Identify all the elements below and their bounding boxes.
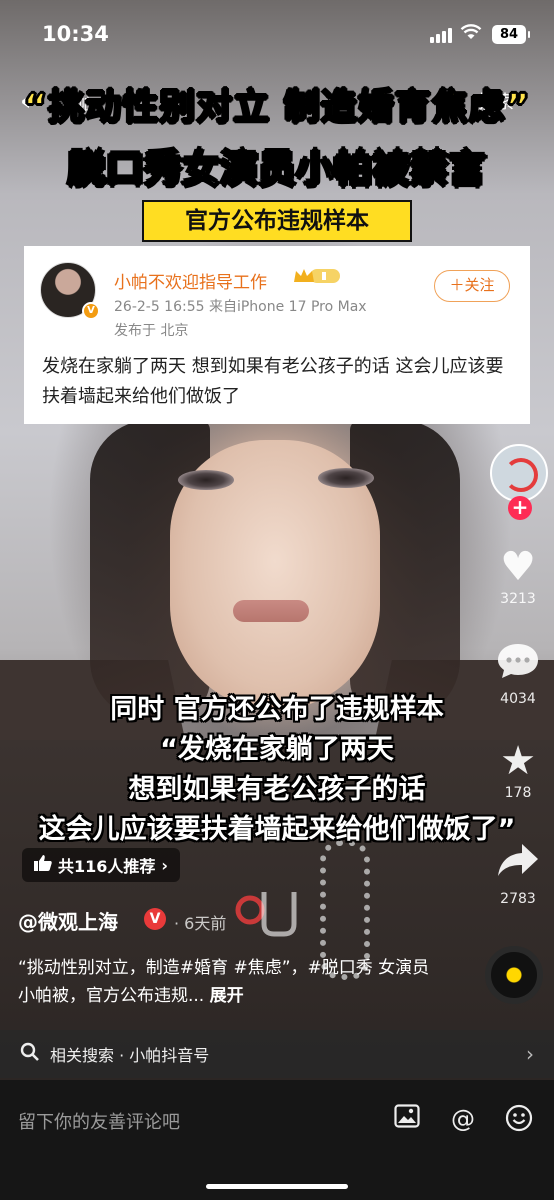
weibo-username: 小帕不欢迎指导工作 <box>114 273 267 293</box>
like-count: 3213 <box>500 591 536 607</box>
verified-v-icon: V <box>82 302 100 320</box>
emoji-icon[interactable] <box>504 1104 534 1134</box>
subtitle-line: 想到如果有老公孩子的话 <box>128 774 426 805</box>
thumbs-up-icon <box>34 855 52 875</box>
signal-icon <box>430 28 452 43</box>
follow-plus-icon[interactable]: + <box>508 496 532 520</box>
verified-icon: V <box>144 908 166 930</box>
favorite-count: 178 <box>504 785 532 801</box>
video-eye-left <box>178 470 234 490</box>
weibo-post-card: V 小帕不欢迎指导工作 26-2-5 16:55 来自iPhone 17 Pro… <box>24 246 530 424</box>
subtitle-line: “发烧在家躺了两天 <box>160 734 394 765</box>
home-indicator[interactable] <box>206 1184 348 1189</box>
headline-line2: 脱口秀女演员小帕被禁言 <box>67 146 487 192</box>
music-disc-icon[interactable] <box>485 946 543 1004</box>
status-bar: 10:34 84 <box>0 0 554 70</box>
related-search-label: 相关搜索 · 小帕抖音号 <box>50 1046 210 1065</box>
recommend-pill[interactable]: 共116人推荐 › <box>22 848 180 882</box>
recommend-label: 共116人推荐 <box>58 857 156 876</box>
subtitle-line: 这会儿应该要扶着墙起来给他们做饭了” <box>38 814 516 845</box>
comment-button[interactable]: 4034 <box>482 640 554 708</box>
video-lips <box>233 600 309 622</box>
status-time: 10:34 <box>42 22 109 46</box>
comment-bubble-icon <box>482 640 554 690</box>
weibo-post-text: 发烧在家躺了两天 想到如果有老公孩子的话 这会儿应该要扶着墙起来给他们做饭了 <box>42 356 504 407</box>
star-icon: ★ <box>500 738 536 784</box>
comment-input[interactable]: 留下你的友善评论吧 <box>18 1108 180 1134</box>
mention-at-icon[interactable]: @ <box>448 1104 478 1134</box>
chevron-right-icon: › <box>161 855 168 875</box>
creator-avatar[interactable] <box>490 444 548 502</box>
share-arrow-icon <box>482 840 554 890</box>
video-eye-right <box>318 468 374 488</box>
headline-line1: “挑动性别对立 制造婚育焦虑” <box>23 86 531 129</box>
comment-count: 4034 <box>500 691 536 707</box>
battery-icon: 84 <box>492 25 530 44</box>
favorite-button[interactable]: ★ 178 <box>482 738 554 802</box>
weibo-meta: 26-2-5 16:55 来自iPhone 17 Pro Max <box>114 299 367 315</box>
subtitle-line: 同时 官方还公布了违规样本 <box>110 694 444 725</box>
share-button[interactable]: 2783 <box>482 840 554 908</box>
comment-bar: 留下你的友善评论吧 @ <box>0 1080 554 1200</box>
post-time: · 6天前 <box>174 914 227 933</box>
like-button[interactable]: ♥ 3213 <box>482 544 554 608</box>
expand-link[interactable]: 展开 <box>210 986 244 1006</box>
weibo-location: 发布于 北京 <box>114 323 189 339</box>
crown-level-icon <box>294 269 340 283</box>
related-search-bar[interactable]: 相关搜索 · 小帕抖音号 › <box>0 1030 554 1078</box>
heart-icon: ♥ <box>500 544 536 590</box>
search-icon <box>20 1042 40 1067</box>
image-icon[interactable] <box>392 1104 422 1134</box>
wifi-icon <box>460 24 482 45</box>
subtitles: 同时 官方还公布了违规样本 “发烧在家躺了两天 想到如果有老公孩子的话 这会儿应… <box>0 690 554 850</box>
share-count: 2783 <box>500 891 536 907</box>
weibo-follow-button: ＋关注 <box>434 270 510 302</box>
chevron-right-icon: › <box>526 1042 534 1066</box>
headline-badge: 官方公布违规样本 <box>142 200 412 242</box>
post-caption: “挑动性别对立，制造#婚育 #焦虑”，#脱口秀 女演员小帕被，官方公布违规...… <box>18 954 438 1010</box>
watermark-logo-icon <box>235 892 297 937</box>
author-name[interactable]: @微观上海 <box>18 906 118 935</box>
